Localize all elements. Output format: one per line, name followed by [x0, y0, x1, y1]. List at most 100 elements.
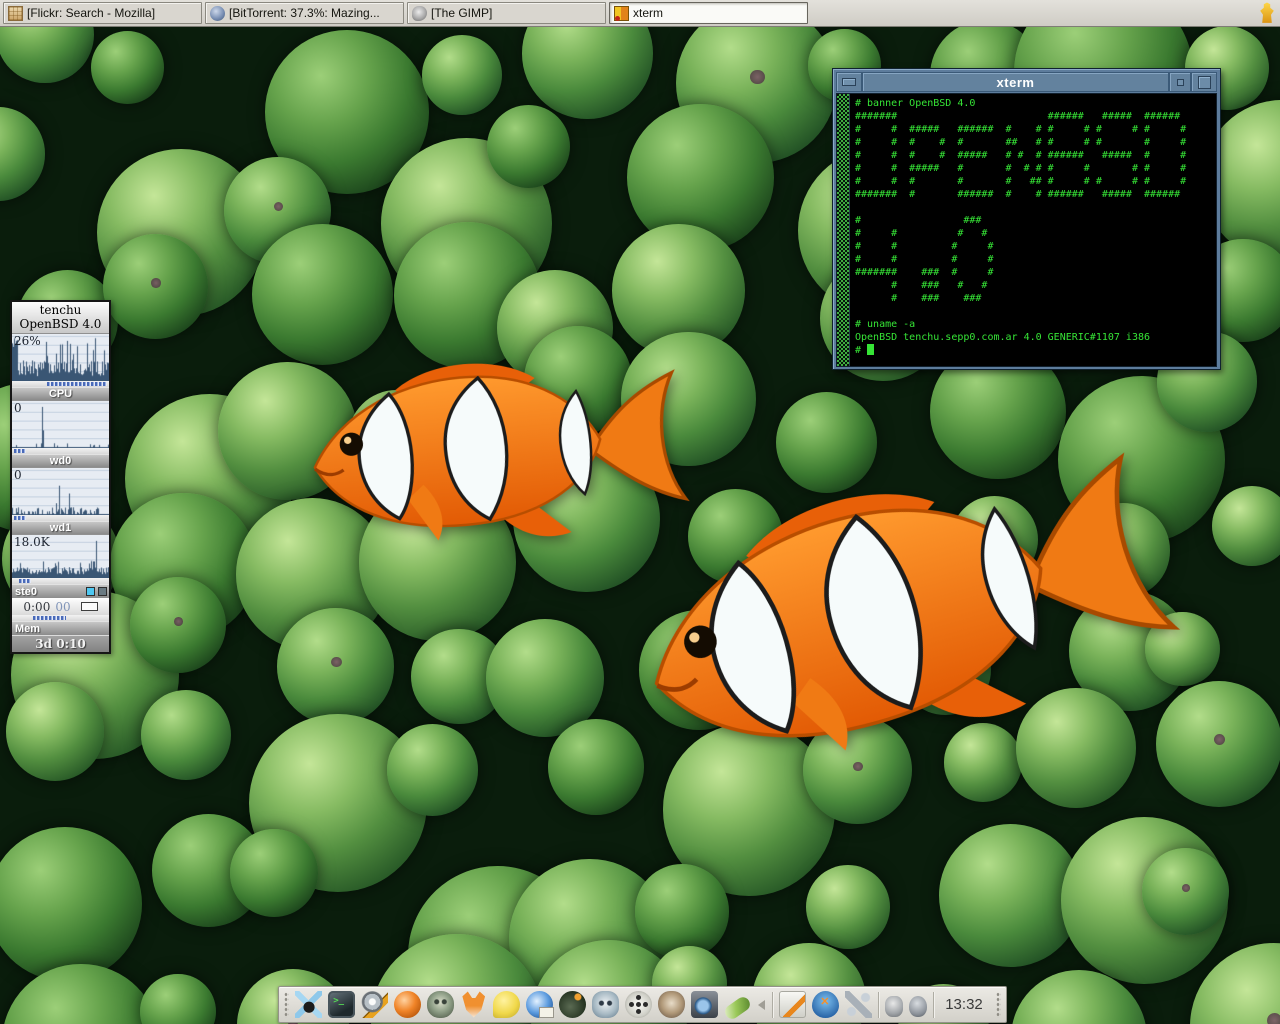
- wd0-label[interactable]: wd0: [12, 454, 109, 467]
- window-title: xterm: [862, 72, 1169, 92]
- anemone-bubble: [140, 974, 215, 1024]
- dog-face-icon[interactable]: [658, 991, 685, 1018]
- monitor-hostname-panel: tenchu OpenBSD 4.0: [12, 302, 109, 333]
- timer-seconds: 00: [55, 600, 70, 614]
- timer-value: 0:00: [23, 600, 50, 614]
- anemone-bubble: [635, 864, 730, 959]
- pager-figure-icon[interactable]: [1257, 2, 1277, 24]
- wrench-icon[interactable]: [845, 991, 872, 1018]
- anemone-bubble: [252, 224, 393, 365]
- movie-reel-icon[interactable]: [625, 991, 652, 1018]
- clip-icon[interactable]: [885, 996, 903, 1017]
- window-menu-button[interactable]: [836, 72, 862, 92]
- mem-krell: [12, 615, 109, 621]
- anemone-bubble: [422, 35, 502, 115]
- orange-ball-icon[interactable]: [394, 991, 421, 1018]
- anemone-bubble: [130, 577, 226, 673]
- net-ste0-chart[interactable]: 18.0K: [12, 534, 109, 578]
- anemone-tip: [331, 657, 341, 667]
- terminal-output[interactable]: # banner OpenBSD 4.0####### ###### #####…: [850, 94, 1186, 366]
- cpu-value: 26%: [14, 334, 41, 348]
- anemone-bubble: [387, 724, 479, 816]
- timer-button[interactable]: [81, 602, 98, 611]
- anemone-bubble: [806, 865, 890, 949]
- fox-icon[interactable]: [460, 991, 487, 1018]
- task-button-gimp[interactable]: [The GIMP]: [407, 2, 606, 24]
- xterm-window[interactable]: xterm # banner OpenBSD 4.0####### ######…: [832, 68, 1221, 370]
- package-brush-icon[interactable]: [779, 991, 806, 1018]
- rx-led: [86, 587, 95, 596]
- cpu-label[interactable]: CPU: [12, 387, 109, 400]
- uptime: 3d 0:10: [12, 635, 109, 652]
- dock-separator: [933, 992, 934, 1018]
- mouse-icon[interactable]: [909, 996, 927, 1017]
- wd0-value: 0: [14, 401, 22, 415]
- task-label: [Flickr: Search - Mozilla]: [27, 6, 155, 20]
- wd1-label[interactable]: wd1: [12, 521, 109, 534]
- anemone-tip: [1267, 1013, 1280, 1024]
- wd1-value: 0: [14, 468, 22, 482]
- hostname: tenchu: [12, 303, 109, 317]
- anemone-tip: [1214, 734, 1225, 745]
- maximize-glyph-icon: [1198, 76, 1211, 89]
- net-timer-panel: 0:00 00: [12, 598, 109, 615]
- gimp-icon: [412, 6, 427, 21]
- expander-arrow-icon[interactable]: [758, 1000, 765, 1010]
- window-iconify-button[interactable]: [1169, 72, 1191, 92]
- anemone-bubble: [141, 690, 231, 780]
- monkey-face-icon[interactable]: [427, 991, 454, 1018]
- dock-clock: 13:32: [940, 996, 988, 1013]
- task-button-xterm[interactable]: xterm: [609, 2, 808, 24]
- speech-bubble-icon[interactable]: [493, 991, 520, 1018]
- task-label: [The GIMP]: [431, 6, 492, 20]
- wd1-krell: [12, 515, 109, 521]
- robot-face-icon[interactable]: [592, 991, 619, 1018]
- map-pin-icon[interactable]: [812, 991, 839, 1018]
- anemone-tip: [174, 617, 183, 626]
- xterm-titlebar[interactable]: xterm: [836, 72, 1217, 92]
- disk-wd0-chart[interactable]: 0: [12, 400, 109, 448]
- dock-handle-right[interactable]: [996, 992, 1001, 1018]
- cpu-chart[interactable]: 26%: [12, 333, 109, 381]
- terminal-icon[interactable]: [328, 991, 355, 1018]
- menu-glyph-icon: [842, 78, 856, 86]
- ste0-krell: [12, 578, 109, 584]
- anemone-bubble: [1142, 848, 1229, 935]
- xterm-scrollbar[interactable]: [837, 94, 850, 366]
- disk-wd1-chart[interactable]: 0: [12, 467, 109, 515]
- anemone-bubble: [6, 682, 104, 780]
- task-button-list: [Flickr: Search - Mozilla] [BitTorrent: 3…: [3, 2, 808, 24]
- dock-separator: [772, 992, 773, 1018]
- search-icon[interactable]: [361, 991, 388, 1018]
- camera-globe-icon[interactable]: [691, 991, 718, 1018]
- xterm-icon: [614, 6, 629, 21]
- bomb-icon[interactable]: [559, 991, 586, 1018]
- globe-mail-icon[interactable]: [526, 991, 553, 1018]
- dock-handle-left[interactable]: [284, 992, 289, 1018]
- green-pen-icon[interactable]: [723, 994, 753, 1021]
- anemone-tip: [274, 202, 284, 212]
- x-dog-launcher-icon[interactable]: [295, 991, 322, 1018]
- anemone-bubble: [548, 719, 644, 815]
- dock-separator: [878, 992, 879, 1018]
- anemone-bubble: [277, 608, 394, 725]
- mem-label[interactable]: Mem: [12, 621, 109, 635]
- ste0-value: 18.0K: [14, 535, 50, 549]
- anemone-bubble: [1212, 486, 1280, 566]
- anemone-bubble: [2, 964, 160, 1024]
- task-button-globe[interactable]: [BitTorrent: 37.3%: Mazing...: [205, 2, 404, 24]
- os-version: OpenBSD 4.0: [12, 317, 109, 331]
- anemone-bubble: [103, 234, 208, 339]
- terminal-cursor: [867, 344, 874, 355]
- task-label: [BitTorrent: 37.3%: Mazing...: [229, 6, 380, 20]
- ste0-label[interactable]: ste0: [12, 584, 109, 598]
- task-label: xterm: [633, 6, 663, 20]
- window-maximize-button[interactable]: [1191, 72, 1217, 92]
- anemone-bubble: [0, 827, 142, 981]
- anemone-bubble: [91, 31, 164, 104]
- task-button-mozilla[interactable]: [Flickr: Search - Mozilla]: [3, 2, 202, 24]
- ste0-label-text: ste0: [15, 586, 37, 598]
- net-leds: [86, 587, 107, 596]
- desktop: [Flickr: Search - Mozilla] [BitTorrent: 3…: [0, 0, 1280, 1024]
- dock-icon-list: [295, 991, 934, 1018]
